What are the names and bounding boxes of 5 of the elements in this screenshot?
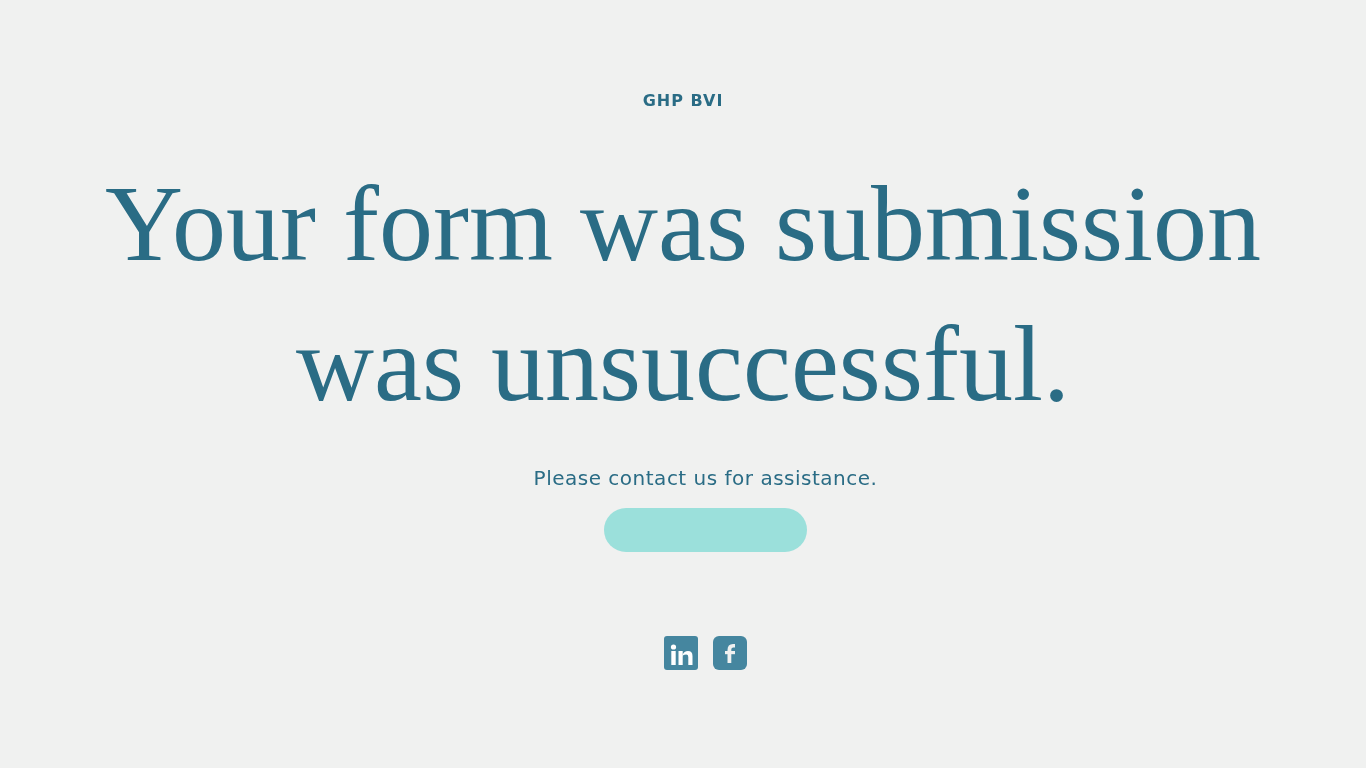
brand-name: GHP BVI — [642, 91, 724, 110]
message-text: Please contact us for assistance. — [533, 466, 878, 490]
page-heading: Your form was submission was unsuccessful. — [103, 163, 1263, 425]
facebook-icon[interactable] — [713, 636, 747, 670]
linkedin-icon[interactable] — [664, 636, 698, 670]
